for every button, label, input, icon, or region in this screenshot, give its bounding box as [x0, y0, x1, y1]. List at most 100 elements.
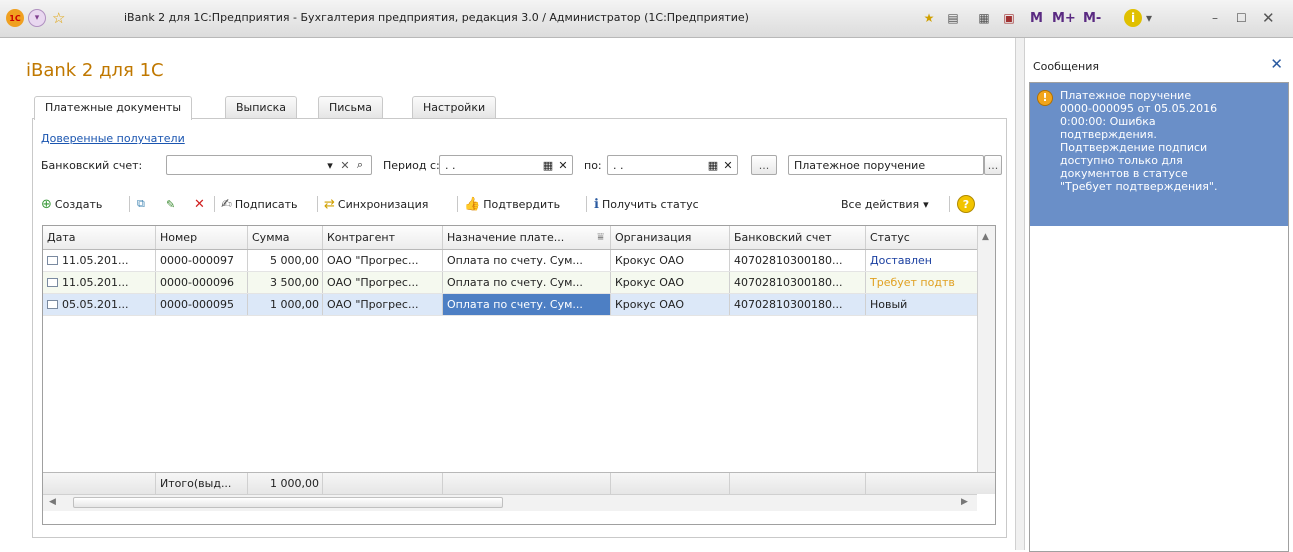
doc-type-select-button[interactable]: ...: [984, 155, 1002, 175]
scroll-right-icon[interactable]: ▶: [961, 497, 968, 507]
period-to-clear-icon[interactable]: ✕: [721, 157, 735, 173]
all-actions-button[interactable]: Все действия ▾: [841, 193, 929, 215]
document-icon: [47, 256, 58, 265]
create-button-label: Создать: [54, 197, 103, 211]
1c-logo-icon[interactable]: 1С: [6, 9, 24, 27]
account-clear-icon[interactable]: ✕: [338, 157, 352, 173]
confirm-button[interactable]: 👍 Подтвердить: [464, 193, 560, 215]
footer-empty: [443, 473, 611, 494]
doc-type-field[interactable]: Платежное поручение: [788, 155, 984, 175]
sync-icon: ⇄: [324, 196, 335, 212]
period-from-clear-icon[interactable]: ✕: [556, 157, 570, 173]
filter-sort-icon: ⩸: [597, 230, 604, 243]
trusted-recipients-link[interactable]: Доверенные получатели: [41, 132, 185, 145]
row-amount: 3 500,00: [248, 272, 323, 293]
row-organization: Крокус ОАО: [611, 250, 730, 271]
doc-type-value: Платежное поручение: [794, 159, 926, 172]
messages-title: Сообщения: [1033, 60, 1100, 73]
memory-m-button[interactable]: M: [1030, 9, 1043, 27]
vertical-scrollbar[interactable]: ▲ ▼: [977, 226, 995, 494]
all-actions-label: Все действия: [841, 197, 920, 211]
edit-pencil-icon[interactable]: ✎: [166, 193, 175, 215]
row-date: 11.05.201...: [43, 250, 156, 271]
warning-icon: !: [1037, 90, 1053, 106]
copy-icon[interactable]: ⧉: [137, 193, 145, 215]
col-counterparty[interactable]: Контрагент: [323, 226, 443, 249]
table-row[interactable]: 11.05.201... 0000-000096 3 500,00 ОАО "П…: [43, 272, 995, 294]
message-item[interactable]: ! Платежное поручение 0000-000095 от 05.…: [1030, 83, 1288, 226]
tab-payment-documents[interactable]: Платежные документы: [34, 96, 193, 120]
payment-documents-panel: Доверенные получатели Банковский счет: ▾…: [32, 118, 1007, 538]
col-status[interactable]: Статус: [866, 226, 978, 249]
row-status: Доставлен: [866, 250, 978, 271]
info-icon[interactable]: i: [1124, 9, 1142, 27]
scroll-up-icon[interactable]: ▲: [982, 232, 989, 242]
scroll-thumb[interactable]: [73, 497, 503, 508]
row-number: 0000-000095: [156, 294, 248, 315]
sync-button[interactable]: ⇄ Синхронизация: [324, 193, 428, 215]
account-field[interactable]: ▾ ✕ ⌕: [166, 155, 372, 175]
table-row-selected[interactable]: 05.05.201... 0000-000095 1 000,00 ОАО "П…: [43, 294, 995, 316]
table-row[interactable]: 11.05.201... 0000-000097 5 000,00 ОАО "П…: [43, 250, 995, 272]
period-to-calendar-icon[interactable]: ▦: [706, 157, 720, 173]
minimize-icon[interactable]: –: [1212, 9, 1218, 27]
info-dropdown-icon[interactable]: ▾: [1146, 9, 1152, 27]
horizontal-scrollbar[interactable]: ◀ ▶: [43, 494, 977, 511]
row-bank-account: 40702810300180...: [730, 250, 866, 271]
add-favorite-icon[interactable]: ★: [920, 9, 938, 27]
documents-table: Дата Номер Сумма Контрагент Назначение п…: [42, 225, 996, 525]
col-organization[interactable]: Организация: [611, 226, 730, 249]
account-search-icon[interactable]: ⌕: [353, 157, 367, 173]
footer-empty: [43, 473, 156, 494]
delete-icon[interactable]: ✕: [194, 193, 205, 215]
favorites-star-icon[interactable]: ☆: [52, 9, 65, 27]
col-date[interactable]: Дата: [43, 226, 156, 249]
calculator-icon[interactable]: ▦: [975, 9, 993, 27]
col-bank-account[interactable]: Банковский счет: [730, 226, 866, 249]
tab-statement[interactable]: Выписка: [225, 96, 298, 118]
document-icon: [47, 300, 58, 309]
col-purpose[interactable]: Назначение плате... ⩸: [443, 226, 611, 249]
window-title: iBank 2 для 1С:Предприятия - Бухгалтерия…: [124, 11, 749, 24]
tab-settings[interactable]: Настройки: [412, 96, 497, 118]
col-amount[interactable]: Сумма: [248, 226, 323, 249]
chevron-down-icon: ▾: [923, 197, 929, 211]
row-purpose: Оплата по счету. Сум...: [443, 272, 611, 293]
memory-m-plus-button[interactable]: M+: [1052, 9, 1076, 27]
panel-splitter[interactable]: [1015, 38, 1025, 550]
maximize-icon[interactable]: ☐: [1236, 9, 1247, 27]
sync-button-label: Синхронизация: [337, 197, 429, 211]
help-icon[interactable]: ?: [957, 195, 975, 213]
calendar-icon[interactable]: ▣: [1000, 9, 1018, 27]
history-icon[interactable]: ▤: [944, 9, 962, 27]
row-purpose-focused-cell[interactable]: Оплата по счету. Сум...: [443, 294, 611, 315]
account-dropdown-icon[interactable]: ▾: [323, 157, 337, 173]
period-from-calendar-icon[interactable]: ▦: [541, 157, 555, 173]
toolbar-separator: [457, 196, 458, 212]
get-status-button[interactable]: ℹ Получить статус: [594, 193, 699, 215]
row-counterparty: ОАО "Прогрес...: [323, 250, 443, 271]
close-icon[interactable]: ✕: [1270, 55, 1283, 73]
memory-m-minus-button[interactable]: M-: [1083, 9, 1101, 27]
message-text: Платежное поручение 0000-000095 от 05.05…: [1060, 89, 1218, 193]
period-to-value: . .: [613, 159, 624, 172]
scroll-left-icon[interactable]: ◀: [49, 497, 56, 507]
col-number[interactable]: Номер: [156, 226, 248, 249]
footer-empty: [730, 473, 866, 494]
menu-dropdown-icon[interactable]: ▾: [28, 9, 46, 27]
plus-circle-icon: ⊕: [41, 196, 52, 212]
row-counterparty: ОАО "Прогрес...: [323, 294, 443, 315]
footer-total-amount: 1 000,00: [248, 473, 323, 494]
tab-letters[interactable]: Письма: [318, 96, 383, 118]
messages-panel: Сообщения ✕ ! Платежное поручение 0000-0…: [1025, 38, 1293, 552]
row-date: 05.05.201...: [43, 294, 156, 315]
sign-button[interactable]: ✍ Подписать: [221, 193, 298, 215]
confirm-button-label: Подтвердить: [483, 197, 561, 211]
period-select-button[interactable]: ...: [751, 155, 777, 175]
close-icon[interactable]: ✕: [1262, 9, 1275, 27]
toolbar-separator: [586, 196, 587, 212]
create-button[interactable]: ⊕ Создать: [41, 193, 102, 215]
period-to-field[interactable]: . . ▦ ✕: [607, 155, 738, 175]
toolbar-separator: [317, 196, 318, 212]
period-from-field[interactable]: . . ▦ ✕: [439, 155, 573, 175]
